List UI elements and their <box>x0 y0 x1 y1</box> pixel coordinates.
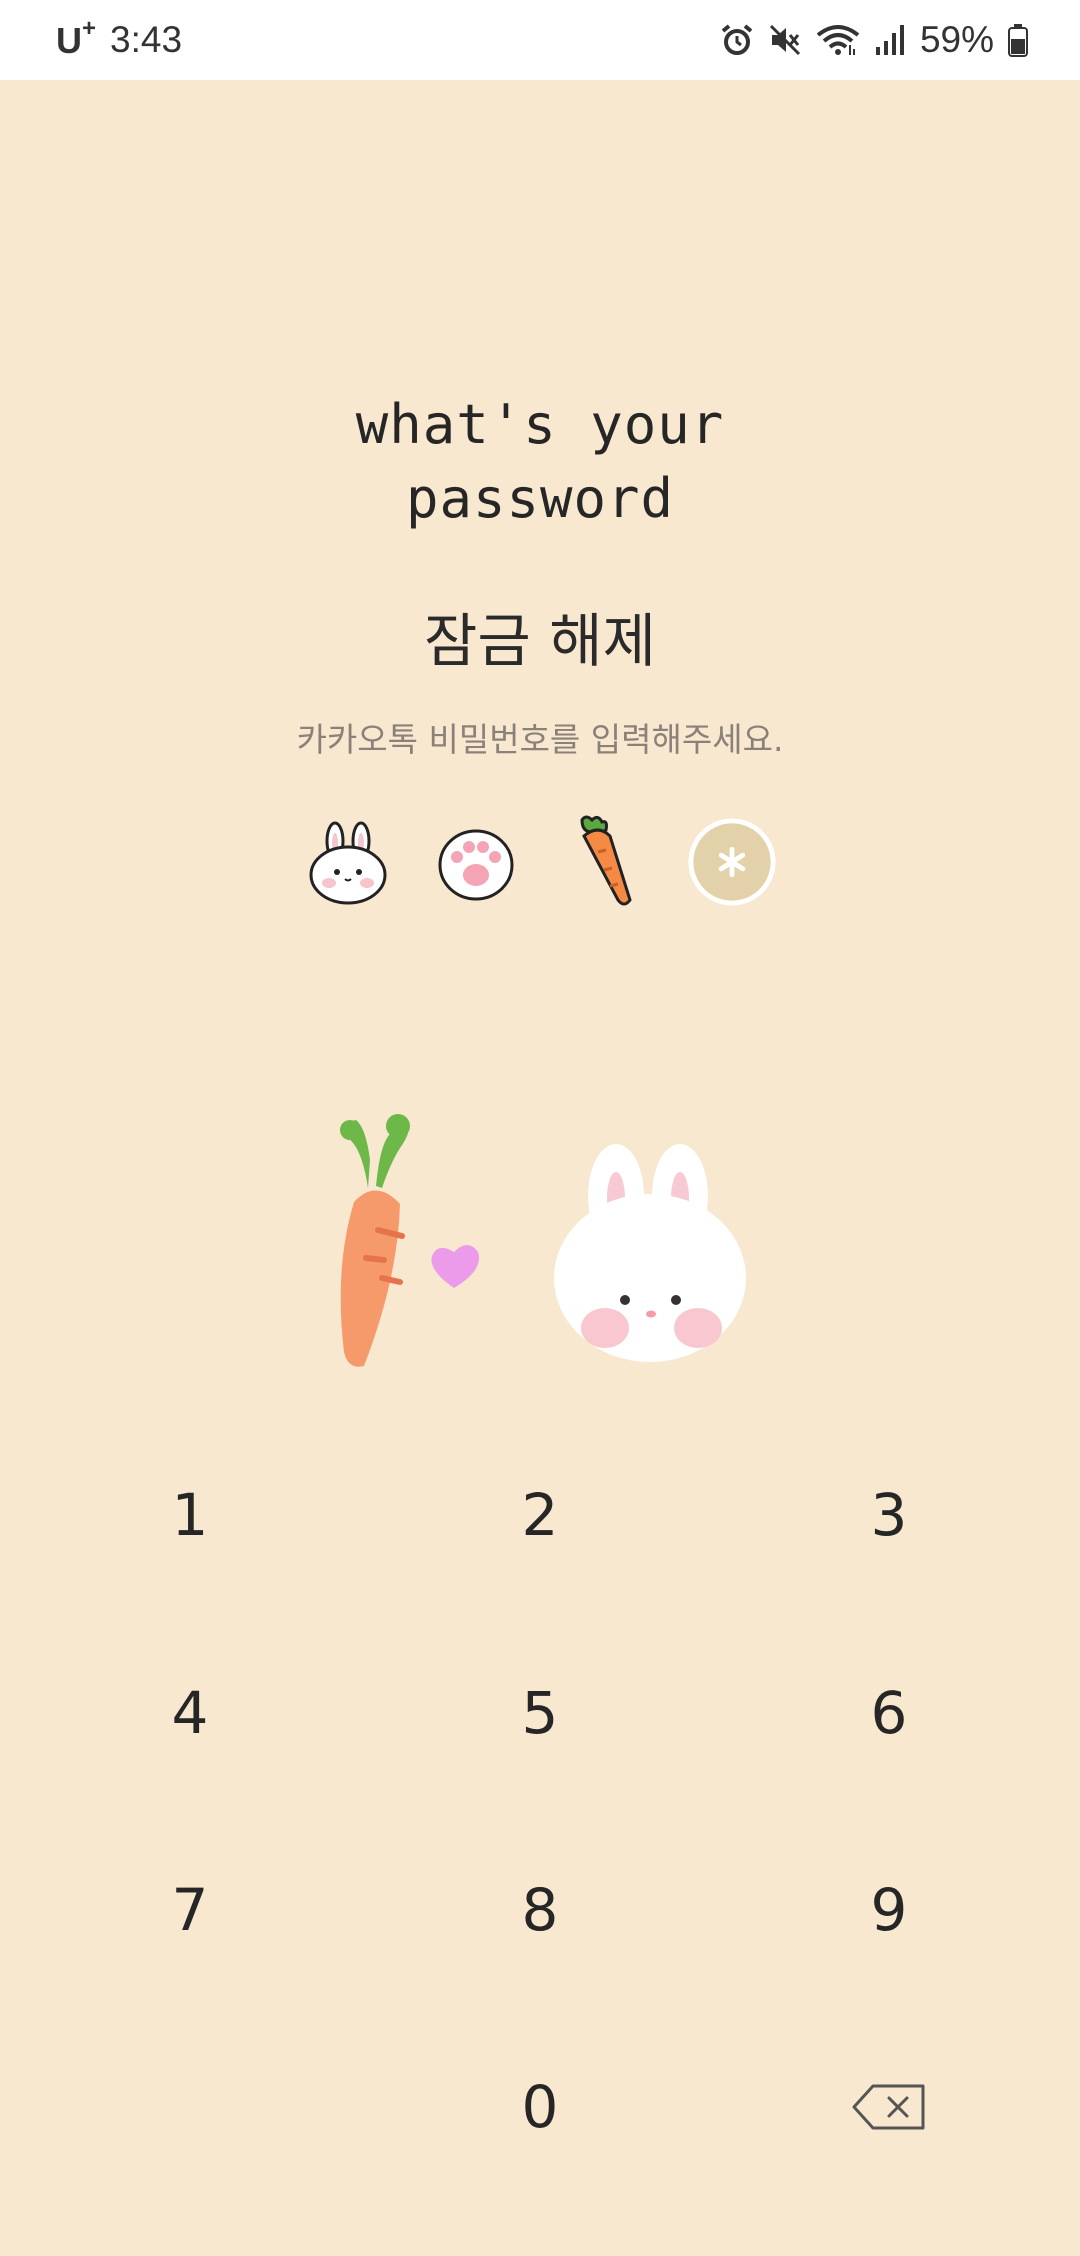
carrot-icon <box>340 1114 410 1367</box>
alarm-icon <box>720 23 754 57</box>
bunny-icon <box>554 1144 746 1362</box>
key-7[interactable]: 7 <box>100 1840 280 1980</box>
bunny-face-icon <box>303 817 393 907</box>
key-9[interactable]: 9 <box>799 1840 979 1980</box>
key-3[interactable]: 3 <box>799 1445 979 1585</box>
empty-slot-icon <box>687 817 777 907</box>
key-8[interactable]: 8 <box>450 1840 630 1980</box>
pin-indicator <box>0 812 1080 912</box>
carrot-icon <box>559 815 649 907</box>
headline: what's your password <box>0 388 1080 536</box>
headline-line-2: password <box>405 467 675 530</box>
wifi-icon <box>816 23 860 57</box>
backspace-icon <box>852 2084 925 2130</box>
illustration-art <box>340 1114 746 1367</box>
key-1[interactable]: 1 <box>100 1445 280 1585</box>
status-right: 59% <box>720 19 1028 61</box>
status-bar: U+ 3:43 59% <box>0 0 1080 80</box>
carrier-name: U <box>56 19 82 61</box>
page-subtitle: 카카오톡 비밀번호를 입력해주세요. <box>296 720 784 759</box>
key-5[interactable]: 5 <box>450 1643 630 1783</box>
key-6[interactable]: 6 <box>799 1643 979 1783</box>
key-2[interactable]: 2 <box>450 1445 630 1585</box>
illustration <box>320 1108 760 1368</box>
battery-percent: 59% <box>919 19 994 60</box>
signal-icon <box>874 23 906 57</box>
paw-icon <box>431 817 521 907</box>
carrier-plus: + <box>82 14 97 42</box>
backspace-button[interactable] <box>799 2037 979 2177</box>
key-4[interactable]: 4 <box>100 1643 280 1783</box>
status-time: 3:43 <box>110 19 183 60</box>
page-title: 잠금 해제 <box>424 607 656 675</box>
carrier-label: U+ <box>56 15 96 62</box>
mute-icon <box>768 23 802 57</box>
key-0[interactable]: 0 <box>450 2037 630 2177</box>
battery-icon <box>1008 23 1028 57</box>
headline-line-1: what's your <box>355 393 725 456</box>
heart-icon <box>431 1245 479 1288</box>
status-left: U+ 3:43 <box>56 15 183 62</box>
